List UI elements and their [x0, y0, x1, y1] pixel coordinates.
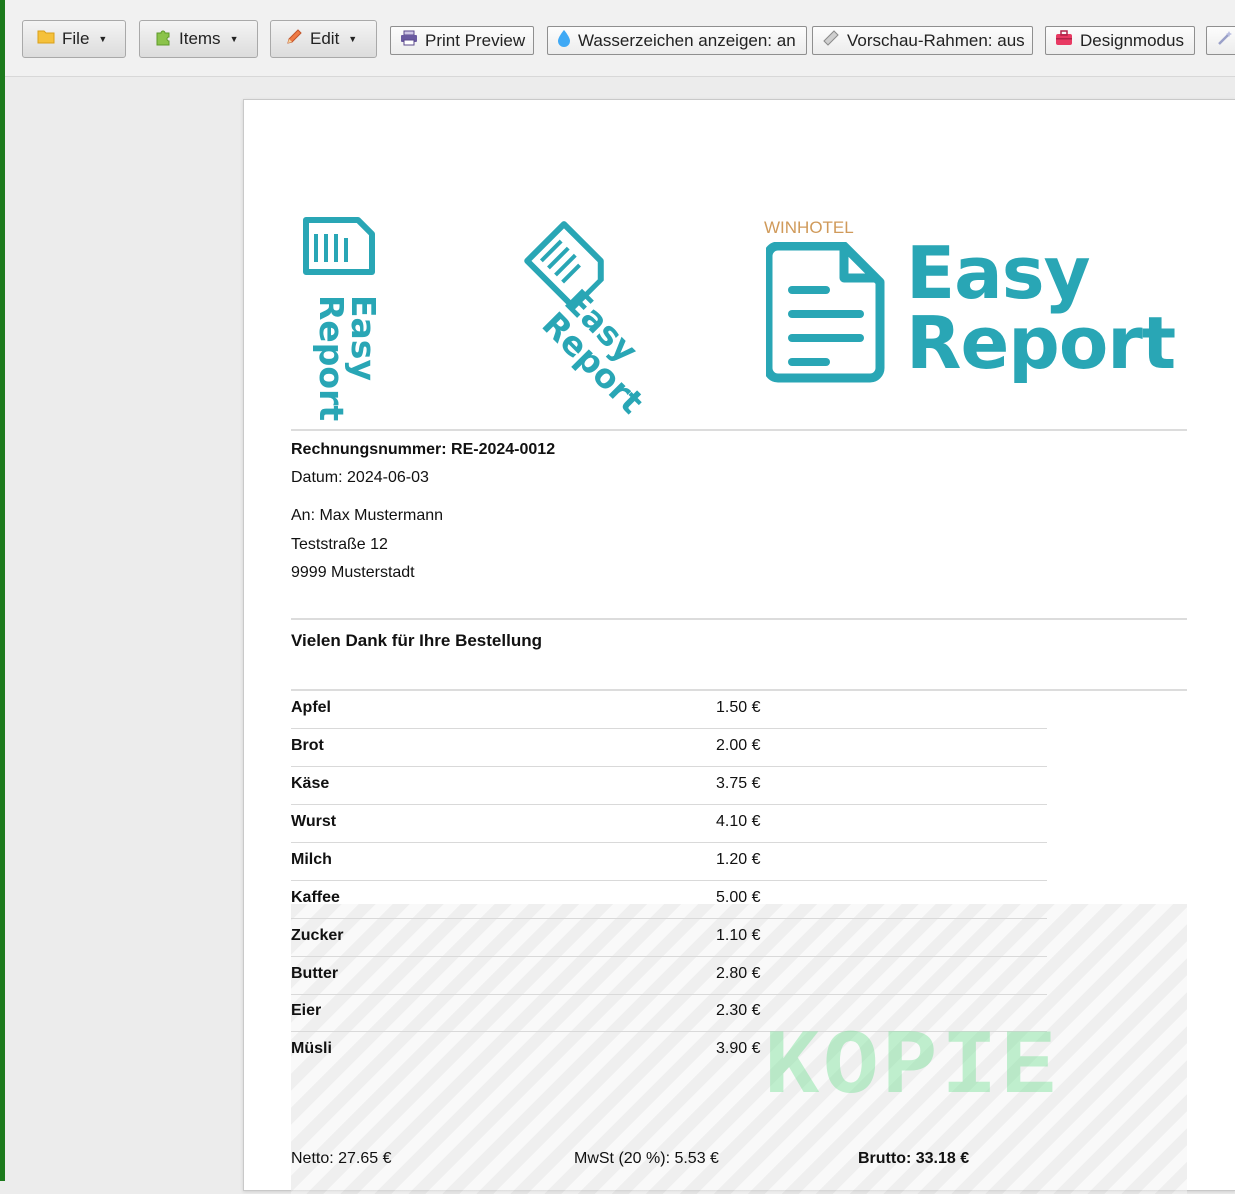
items-menu-label: Items [179, 29, 221, 48]
item-name: Butter [291, 965, 339, 982]
item-name: Kaffee [291, 889, 340, 906]
item-price: 3.75 € [716, 775, 761, 792]
logo-vertical-line2: Report [312, 295, 351, 422]
overflow-tool-button[interactable] [1206, 26, 1235, 55]
invoice-date: Datum: 2024-06-03 [291, 469, 429, 486]
toolbar: File ▼ Items ▼ Edit ▼ Print Preview Wass… [5, 0, 1235, 77]
chevron-down-icon: ▼ [348, 34, 358, 44]
recipient-city: 9999 Musterstadt [291, 564, 415, 581]
file-menu-label: File [62, 29, 90, 48]
item-name: Eier [291, 1002, 322, 1019]
printer-icon [400, 30, 418, 51]
print-preview-label: Print Preview [425, 30, 526, 50]
list-item: Apfel 1.50 € [291, 690, 1047, 729]
item-name: Käse [291, 775, 330, 792]
list-item: Wurst 4.10 € [291, 804, 1047, 843]
item-price: 1.20 € [716, 851, 761, 868]
item-name: Milch [291, 851, 332, 868]
logo-horizontal: WINHOTEL Easy Report [762, 214, 1176, 389]
print-preview-button[interactable]: Print Preview [390, 26, 534, 55]
logo-vertical-text: Easy Report [312, 295, 383, 445]
address-divider [291, 618, 1187, 620]
mwst-total: MwSt (20 %): 5.53 € [574, 1150, 719, 1167]
edit-menu-label: Edit [310, 29, 340, 48]
header-divider [291, 429, 1187, 431]
logo-diagonal: Easy Report [514, 221, 684, 421]
item-price: 2.00 € [716, 737, 761, 754]
list-item: Butter 2.80 € [291, 956, 1047, 995]
item-price: 2.80 € [716, 965, 761, 982]
report-page: Easy Report Easy Report WINHOTEL Easy Re… [243, 99, 1235, 1194]
document-icon [763, 241, 888, 389]
magic-wand-icon [1216, 29, 1234, 52]
edit-menu-button[interactable]: Edit ▼ [270, 20, 377, 58]
invoice-number: Rechnungsnummer: RE-2024-0012 [291, 441, 556, 458]
logo-horizontal-line2: Report [906, 301, 1176, 385]
watermark-toggle-button[interactable]: Wasserzeichen anzeigen: an [547, 26, 807, 55]
watermark-text: KOPIE [764, 1015, 1061, 1120]
list-item: Milch 1.20 € [291, 842, 1047, 881]
item-name: Wurst [291, 813, 337, 830]
list-item: Brot 2.00 € [291, 728, 1047, 767]
preview-frame-toggle-button[interactable]: Vorschau-Rahmen: aus [812, 26, 1033, 55]
logo-brand-small: WINHOTEL [764, 218, 854, 237]
logo-horizontal-text: Easy Report [906, 231, 1176, 385]
list-item: Zucker 1.10 € [291, 918, 1047, 957]
netto-total: Netto: 27.65 € [291, 1150, 392, 1167]
item-price: 1.10 € [716, 927, 761, 944]
list-item: Kaffee 5.00 € [291, 880, 1047, 919]
design-mode-button[interactable]: Designmodus [1045, 26, 1195, 55]
item-name: Müsli [291, 1040, 332, 1057]
logo-vertical: Easy Report [302, 216, 383, 421]
logo-diagonal-text: Easy Report [535, 282, 688, 436]
chevron-down-icon: ▼ [98, 34, 108, 44]
left-window-edge [0, 0, 5, 1181]
logo-horizontal-line1: Easy [906, 231, 1091, 315]
list-item: Käse 3.75 € [291, 766, 1047, 805]
item-price: 5.00 € [716, 889, 761, 906]
water-drop-icon [557, 29, 571, 52]
item-name: Apfel [291, 699, 331, 716]
item-name: Zucker [291, 927, 344, 944]
toolbox-icon [1055, 30, 1073, 51]
item-name: Brot [291, 737, 324, 754]
file-menu-button[interactable]: File ▼ [22, 20, 126, 58]
thank-you-heading: Vielen Dank für Ihre Bestellung [291, 631, 542, 650]
recipient-street: Teststraße 12 [291, 536, 388, 553]
items-menu-button[interactable]: Items ▼ [139, 20, 258, 58]
recipient-name: An: Max Mustermann [291, 507, 444, 524]
puzzle-icon [154, 28, 172, 51]
item-price: 1.50 € [716, 699, 761, 716]
chevron-down-icon: ▼ [229, 34, 239, 44]
brutto-total: Brutto: 33.18 € [858, 1150, 970, 1167]
item-price: 4.10 € [716, 813, 761, 830]
preview-frame-toggle-label: Vorschau-Rahmen: aus [847, 30, 1025, 50]
watermark-toggle-label: Wasserzeichen anzeigen: an [578, 30, 796, 50]
pencil-icon [285, 28, 303, 51]
logo-vertical-line1: Easy [344, 295, 383, 381]
ruler-icon [822, 29, 840, 52]
design-mode-label: Designmodus [1080, 30, 1184, 50]
folder-icon [37, 29, 55, 49]
